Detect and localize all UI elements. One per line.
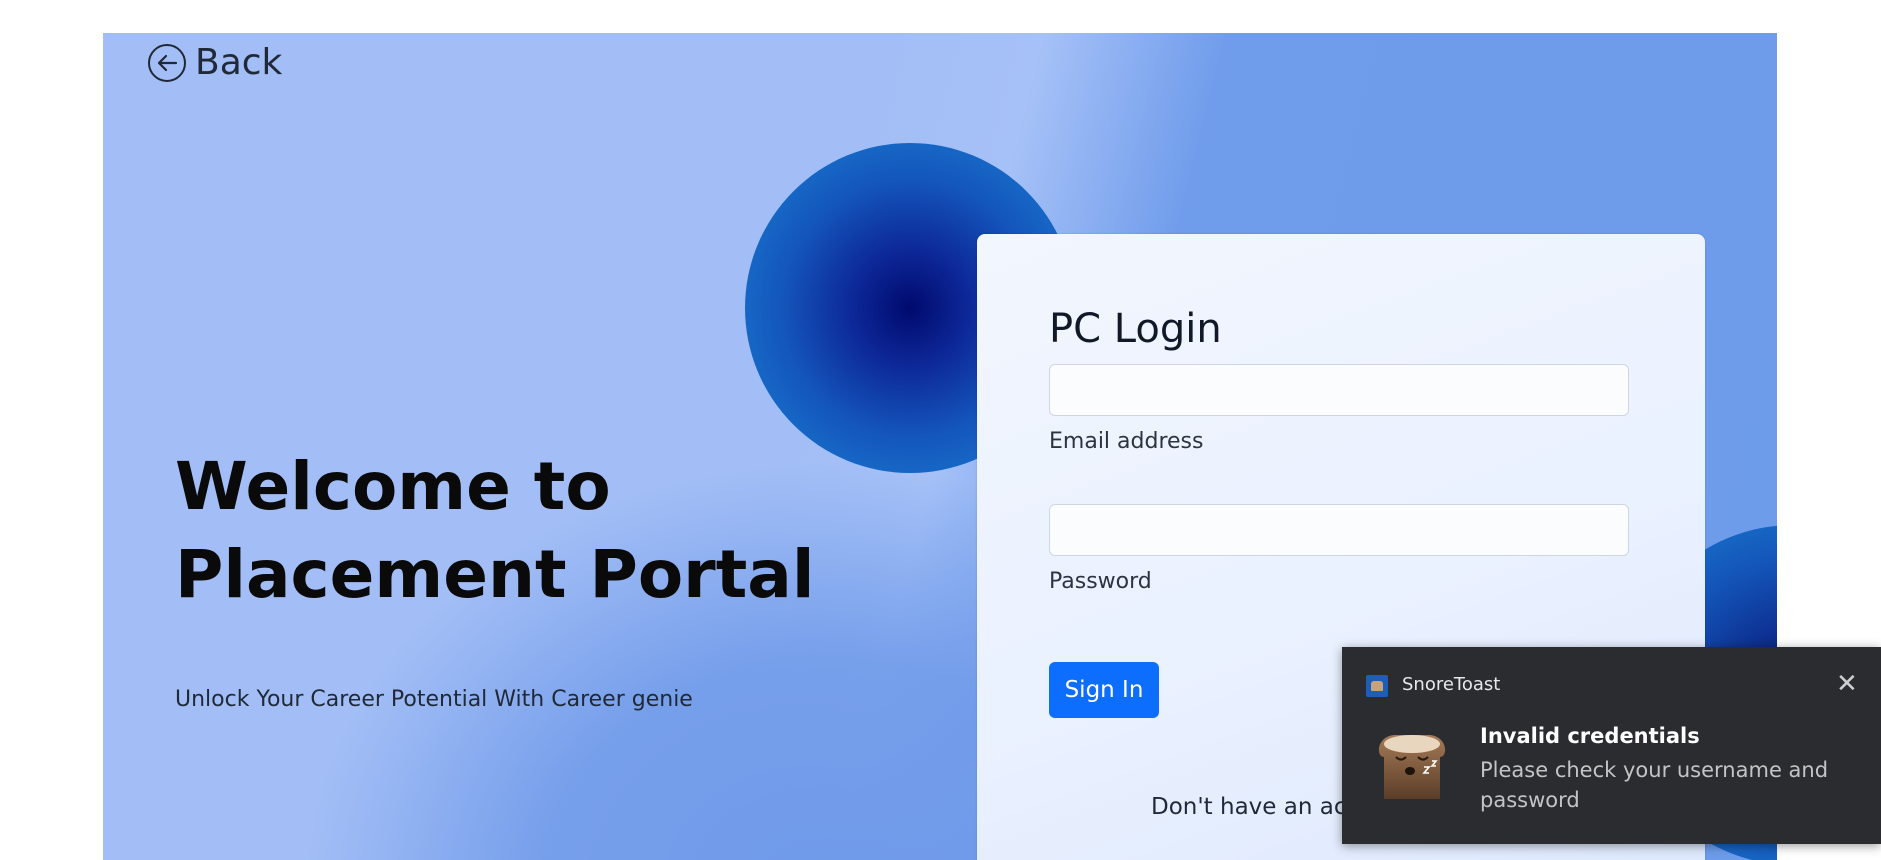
- email-label: Email address: [1049, 429, 1204, 454]
- toast-title: Invalid credentials: [1480, 724, 1700, 748]
- sign-in-button[interactable]: Sign In: [1049, 662, 1159, 718]
- toast-message: Please check your username and password: [1480, 758, 1829, 812]
- toast-notification[interactable]: SnoreToast ✕ Invalid credentials Please …: [1342, 647, 1881, 844]
- toast-app-name: SnoreToast: [1402, 674, 1501, 695]
- back-label: Back: [195, 42, 283, 83]
- password-field[interactable]: [1049, 504, 1629, 556]
- welcome-title: Welcome to Placement Portal: [175, 448, 815, 613]
- back-arrow-icon: [148, 43, 186, 82]
- login-title: PC Login: [1049, 306, 1222, 352]
- email-field[interactable]: [1049, 364, 1629, 416]
- back-link[interactable]: Back: [147, 42, 282, 83]
- close-icon[interactable]: ✕: [1836, 669, 1858, 699]
- password-label: Password: [1049, 569, 1152, 594]
- signup-prompt: Don't have an acco: [1151, 794, 1374, 820]
- snoretoast-app-icon: [1366, 675, 1388, 697]
- sleeping-toast-icon: [1378, 735, 1446, 799]
- tagline: Unlock Your Career Potential With Career…: [175, 687, 693, 712]
